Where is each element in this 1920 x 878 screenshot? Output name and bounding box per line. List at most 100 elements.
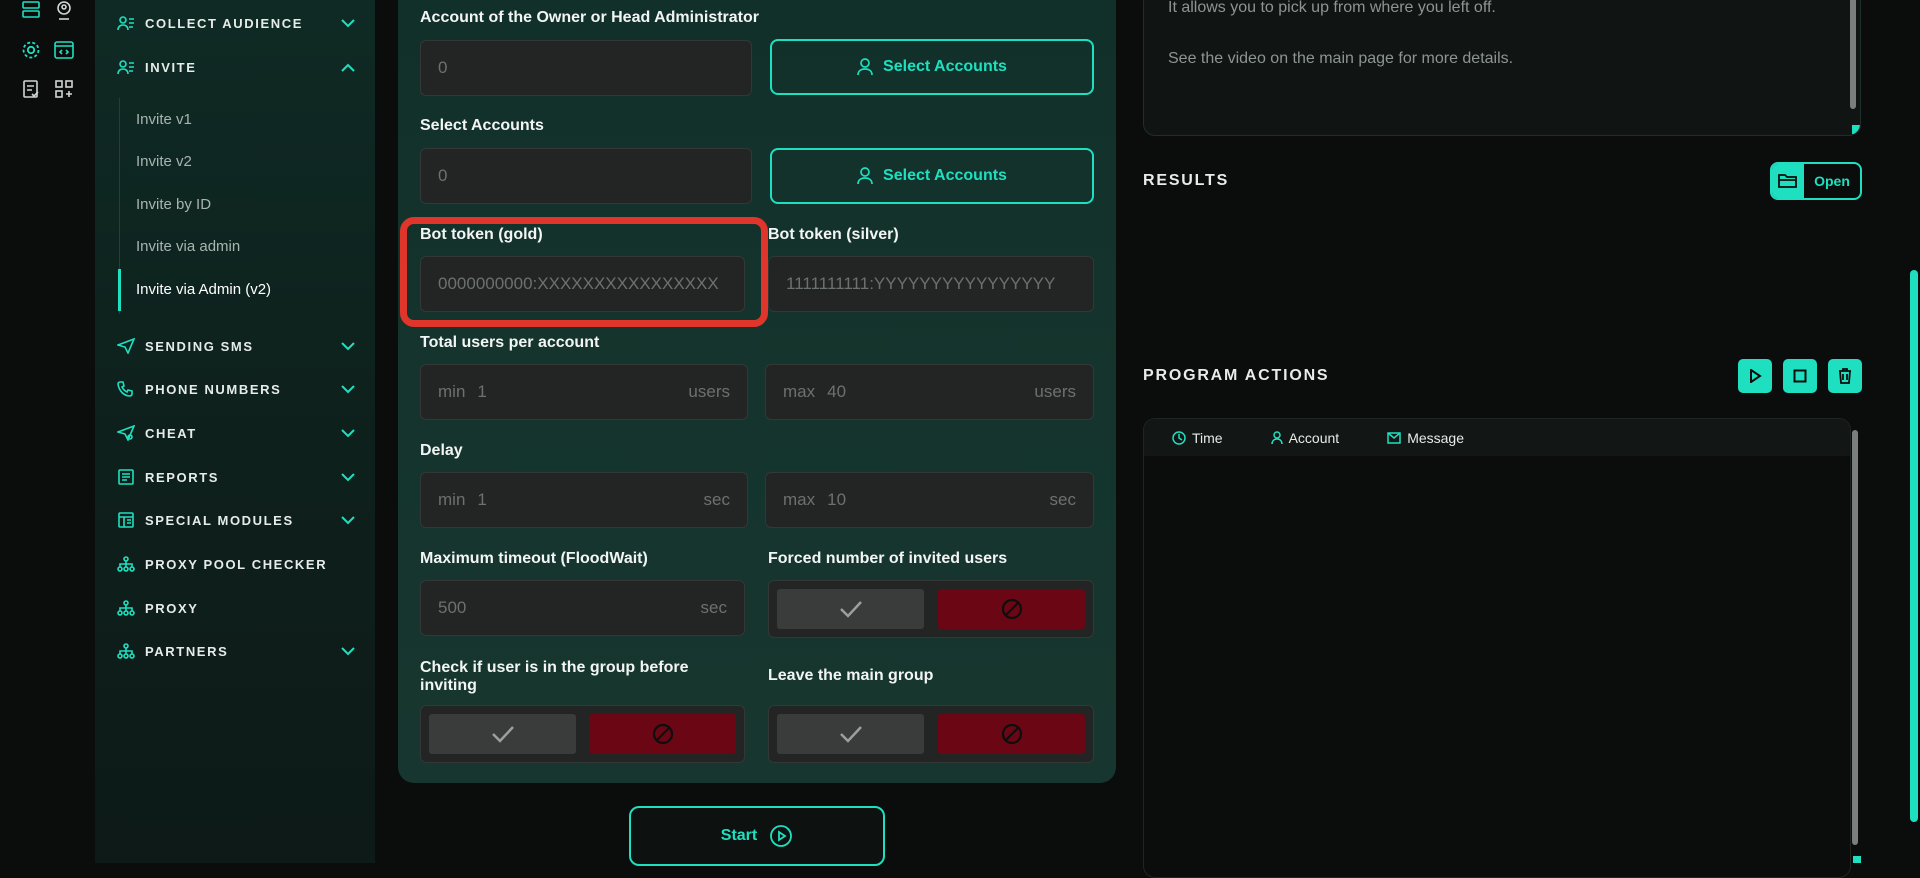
users-min-value: 1 bbox=[477, 382, 487, 401]
sidebar-section-collect-audience[interactable]: COLLECT AUDIENCE bbox=[117, 10, 355, 36]
forced-invited-toggle[interactable] bbox=[768, 580, 1094, 638]
owner-account-label: Account of the Owner or Head Administrat… bbox=[420, 9, 759, 26]
chevron-down-icon[interactable] bbox=[341, 472, 355, 482]
column-message[interactable]: Message bbox=[1387, 430, 1464, 446]
resize-handle-icon[interactable] bbox=[1853, 856, 1861, 863]
sidebar-section-label: INVITE bbox=[145, 59, 197, 75]
unit-label: users bbox=[688, 382, 730, 401]
chevron-down-icon[interactable] bbox=[341, 428, 355, 438]
disable-button[interactable] bbox=[589, 714, 736, 754]
sidebar-section-label: COLLECT AUDIENCE bbox=[145, 15, 304, 31]
user-icon bbox=[857, 58, 873, 76]
delay-min-input[interactable]: min 1 sec bbox=[420, 472, 748, 528]
start-label: Start bbox=[720, 827, 758, 844]
sidebar-section-reports[interactable]: REPORTS bbox=[117, 464, 355, 490]
select-accounts-value: 0 bbox=[438, 166, 448, 185]
program-actions-table: Time Account Message bbox=[1143, 418, 1851, 878]
chevron-up-icon[interactable] bbox=[341, 63, 355, 72]
forced-invited-label: Forced number of invited users bbox=[768, 550, 1008, 567]
sidebar-item-invite-via-admin-v2[interactable]: Invite via Admin (v2) bbox=[136, 281, 271, 298]
modules-icon bbox=[118, 512, 134, 528]
stop-icon bbox=[1793, 369, 1807, 383]
sidebar-item-invite-by-id[interactable]: Invite by ID bbox=[136, 196, 211, 213]
phone-icon bbox=[117, 381, 133, 397]
check-in-group-toggle[interactable] bbox=[420, 705, 745, 763]
min-prefix: min bbox=[438, 490, 466, 509]
chevron-down-icon[interactable] bbox=[341, 341, 355, 351]
floodwait-label: Maximum timeout (FloodWait) bbox=[420, 550, 648, 567]
sidebar-section-proxy[interactable]: PROXY bbox=[117, 595, 355, 621]
page-scrollbar[interactable] bbox=[1910, 270, 1918, 822]
play-icon bbox=[1750, 369, 1762, 383]
sidebar-item-invite-v1[interactable]: Invite v1 bbox=[136, 111, 192, 128]
users-list-icon bbox=[117, 16, 134, 31]
database-icon[interactable] bbox=[19, 0, 43, 22]
delay-label: Delay bbox=[420, 442, 463, 459]
enable-button[interactable] bbox=[429, 714, 576, 754]
sidebar-section-label: CHEAT bbox=[145, 425, 197, 441]
sidebar-section-partners[interactable]: PARTNERS bbox=[117, 638, 355, 664]
select-accounts-button[interactable]: Select Accounts bbox=[770, 148, 1094, 204]
users-max-input[interactable]: max 40 users bbox=[765, 364, 1094, 420]
select-owner-accounts-button[interactable]: Select Accounts bbox=[770, 39, 1094, 95]
floodwait-value: 500 bbox=[438, 598, 467, 617]
select-accounts-input[interactable]: 0 bbox=[420, 148, 752, 204]
owner-account-input[interactable]: 0 bbox=[420, 40, 752, 96]
network-icon bbox=[117, 643, 135, 659]
owner-account-value: 0 bbox=[438, 58, 448, 77]
sidebar-section-phone-numbers[interactable]: PHONE NUMBERS bbox=[117, 376, 355, 402]
network-icon bbox=[117, 556, 135, 572]
gear-icon[interactable] bbox=[19, 38, 43, 62]
sidebar-item-invite-v2[interactable]: Invite v2 bbox=[136, 153, 192, 170]
enable-button[interactable] bbox=[777, 714, 924, 754]
column-account[interactable]: Account bbox=[1270, 430, 1339, 446]
enable-button[interactable] bbox=[777, 589, 924, 629]
sidebar-section-sending-sms[interactable]: SENDING SMS bbox=[117, 333, 355, 359]
sidebar-section-proxy-pool-checker[interactable]: PROXY POOL CHECKER bbox=[117, 551, 355, 577]
hint-scrollbar[interactable] bbox=[1850, 0, 1856, 109]
stop-button[interactable] bbox=[1783, 359, 1817, 393]
delay-max-value: 10 bbox=[827, 490, 847, 509]
send-icon bbox=[117, 425, 135, 441]
floodwait-input[interactable]: 500 sec bbox=[420, 580, 745, 636]
users-min-input[interactable]: min 1 users bbox=[420, 364, 748, 420]
leave-main-toggle[interactable] bbox=[768, 705, 1094, 763]
disable-button[interactable] bbox=[938, 714, 1085, 754]
chevron-down-icon[interactable] bbox=[341, 18, 355, 28]
check-icon bbox=[491, 726, 514, 743]
grid-icon[interactable] bbox=[52, 77, 76, 101]
resize-handle-icon[interactable] bbox=[1852, 125, 1860, 134]
play-button[interactable] bbox=[1738, 359, 1772, 393]
checklist-icon[interactable] bbox=[19, 77, 43, 101]
table-scrollbar[interactable] bbox=[1852, 430, 1858, 845]
disable-button[interactable] bbox=[938, 589, 1085, 629]
column-time[interactable]: Time bbox=[1172, 430, 1223, 446]
users-per-account-label: Total users per account bbox=[420, 334, 600, 351]
sidebar-section-label: PROXY bbox=[145, 600, 199, 616]
sidebar-section-invite[interactable]: INVITE bbox=[117, 54, 355, 80]
code-window-icon[interactable] bbox=[52, 38, 76, 62]
column-label: Message bbox=[1407, 429, 1464, 446]
chevron-down-icon[interactable] bbox=[341, 646, 355, 656]
clear-button[interactable] bbox=[1828, 359, 1862, 393]
delay-min-value: 1 bbox=[477, 490, 487, 509]
send-icon bbox=[117, 338, 135, 354]
open-results-button[interactable]: Open bbox=[1770, 162, 1862, 200]
chevron-down-icon[interactable] bbox=[341, 515, 355, 525]
users-list-icon bbox=[117, 60, 134, 75]
chevron-down-icon[interactable] bbox=[341, 384, 355, 394]
button-label: Select Accounts bbox=[883, 167, 1007, 184]
sidebar-section-cheat[interactable]: CHEAT bbox=[117, 420, 355, 446]
hint-line: It allows you to pick up from where you … bbox=[1168, 0, 1496, 16]
clock-icon bbox=[1172, 430, 1186, 445]
bot-token-silver-label: Bot token (silver) bbox=[768, 226, 899, 243]
start-button[interactable]: Start bbox=[629, 806, 885, 866]
user-location-icon[interactable] bbox=[52, 0, 76, 22]
delay-max-input[interactable]: max 10 sec bbox=[765, 472, 1094, 528]
sidebar-item-invite-via-admin[interactable]: Invite via admin bbox=[136, 238, 240, 255]
unit-label: sec bbox=[1049, 490, 1076, 509]
unit-label: sec bbox=[703, 490, 730, 509]
sidebar-section-special-modules[interactable]: SPECIAL MODULES bbox=[117, 507, 355, 533]
users-max-value: 40 bbox=[827, 382, 847, 401]
bot-token-silver-input[interactable]: 1111111111:YYYYYYYYYYYYYYYY bbox=[768, 256, 1094, 312]
